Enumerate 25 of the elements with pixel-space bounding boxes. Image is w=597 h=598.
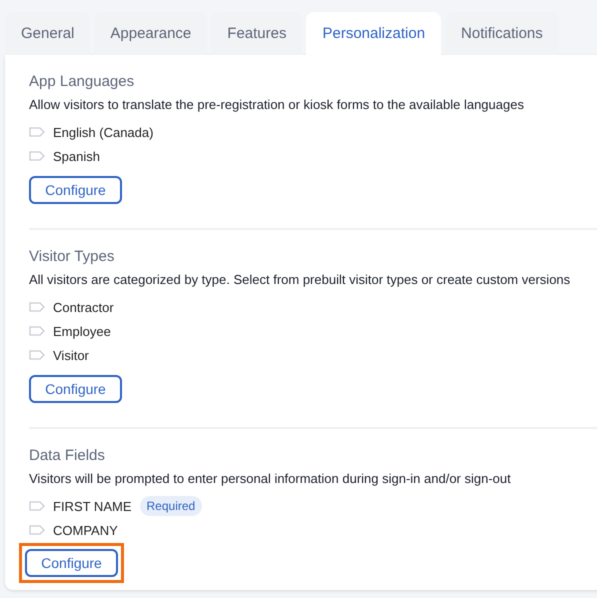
item-label: COMPANY [53,522,118,538]
item-label: Visitor [53,348,89,362]
configure-button[interactable]: Configure [29,375,122,403]
item-label: FIRST NAME [53,498,132,514]
section-title: Visitor Types [29,247,116,267]
section-title: App Languages [29,72,136,92]
item-label: Spanish [53,148,100,164]
tag-icon [29,151,45,161]
item-label: English (Canada) [53,124,154,140]
item-label: Employee [53,324,111,338]
configure-button[interactable]: Configure [25,549,118,577]
tag-icon [29,525,45,535]
section-title: Data Fields [29,446,106,466]
item-label: Contractor [53,300,114,314]
tag-icon [29,326,45,336]
tab[interactable]: Personalization [306,12,442,55]
configure-button[interactable]: Configure [29,176,122,204]
tag-icon [29,350,45,360]
section-description: Visitors will be prompted to enter personal information during sign-in and/or sign-out [29,470,512,488]
section-description: Allow visitors to translate the pre-registration or kiosk forms to the available languages [29,96,525,114]
required-badge: Required [140,496,202,516]
tag-icon [29,127,45,137]
tag-icon [29,501,45,511]
tag-icon [29,302,45,312]
section-description: All visitors are categorized by type. Select from prebuilt visitor types or create custom versions [29,271,572,289]
